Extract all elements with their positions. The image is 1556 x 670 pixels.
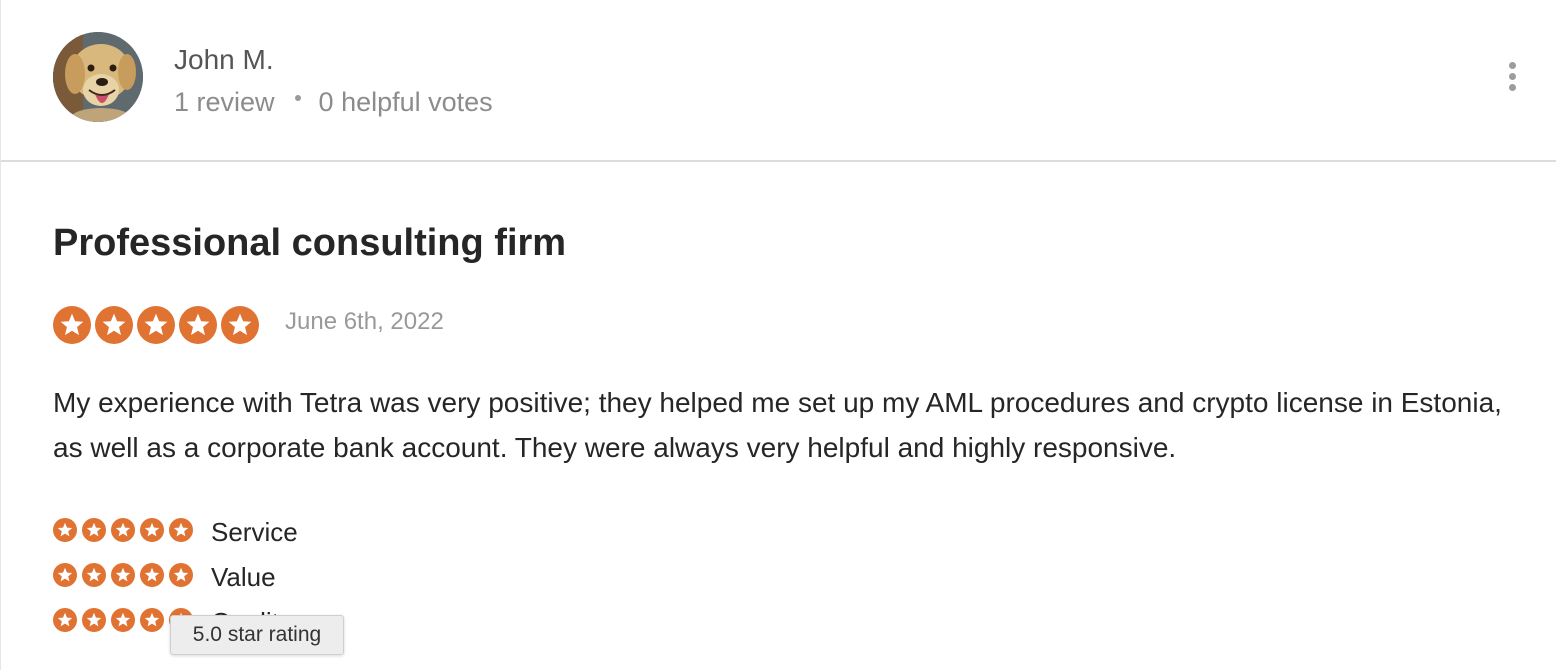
- star-icon: [53, 517, 77, 547]
- helpful-votes: 0 helpful votes: [318, 87, 493, 117]
- star-icon: [179, 306, 217, 344]
- star-icon: [82, 562, 106, 592]
- star-icon: [95, 306, 133, 344]
- sub-rating-value: Value: [53, 561, 276, 593]
- star-icon: [53, 306, 91, 344]
- review-date: June 6th, 2022: [285, 308, 444, 335]
- reviewer-header: John M. 1 review 0 helpful votes: [1, 0, 1556, 162]
- separator-dot: [294, 94, 301, 101]
- star-icon: [169, 562, 193, 592]
- sub-rating-stars: [53, 562, 193, 592]
- star-icon: [82, 607, 106, 637]
- star-icon: [111, 562, 135, 592]
- review-count: 1 review: [174, 87, 275, 117]
- overall-rating-stars: [53, 306, 259, 344]
- star-icon: [140, 517, 164, 547]
- dog-photo-icon: [53, 32, 143, 122]
- rating-tooltip: 5.0 star rating: [170, 615, 344, 655]
- review-card: John M. 1 review 0 helpful votes Professi…: [0, 0, 1556, 670]
- star-icon: [53, 607, 77, 637]
- review-title: Professional consulting firm: [53, 222, 567, 264]
- review-body: My experience with Tetra was very positi…: [53, 387, 1502, 463]
- star-icon: [221, 306, 259, 344]
- star-icon: [53, 562, 77, 592]
- star-icon: [169, 517, 193, 547]
- star-icon: [137, 306, 175, 344]
- avatar[interactable]: [53, 32, 143, 122]
- sub-rating-label: Service: [211, 516, 298, 547]
- sub-rating-service: Service: [53, 516, 298, 548]
- more-vertical-icon[interactable]: [1501, 58, 1525, 94]
- star-icon: [111, 517, 135, 547]
- reviewer-meta: 1 review 0 helpful votes: [174, 87, 493, 118]
- star-icon: [140, 607, 164, 637]
- star-icon: [140, 562, 164, 592]
- sub-rating-label: Value: [211, 561, 276, 592]
- star-icon: [111, 607, 135, 637]
- reviewer-name[interactable]: John M.: [174, 44, 274, 76]
- sub-rating-stars: [53, 517, 193, 547]
- star-icon: [82, 517, 106, 547]
